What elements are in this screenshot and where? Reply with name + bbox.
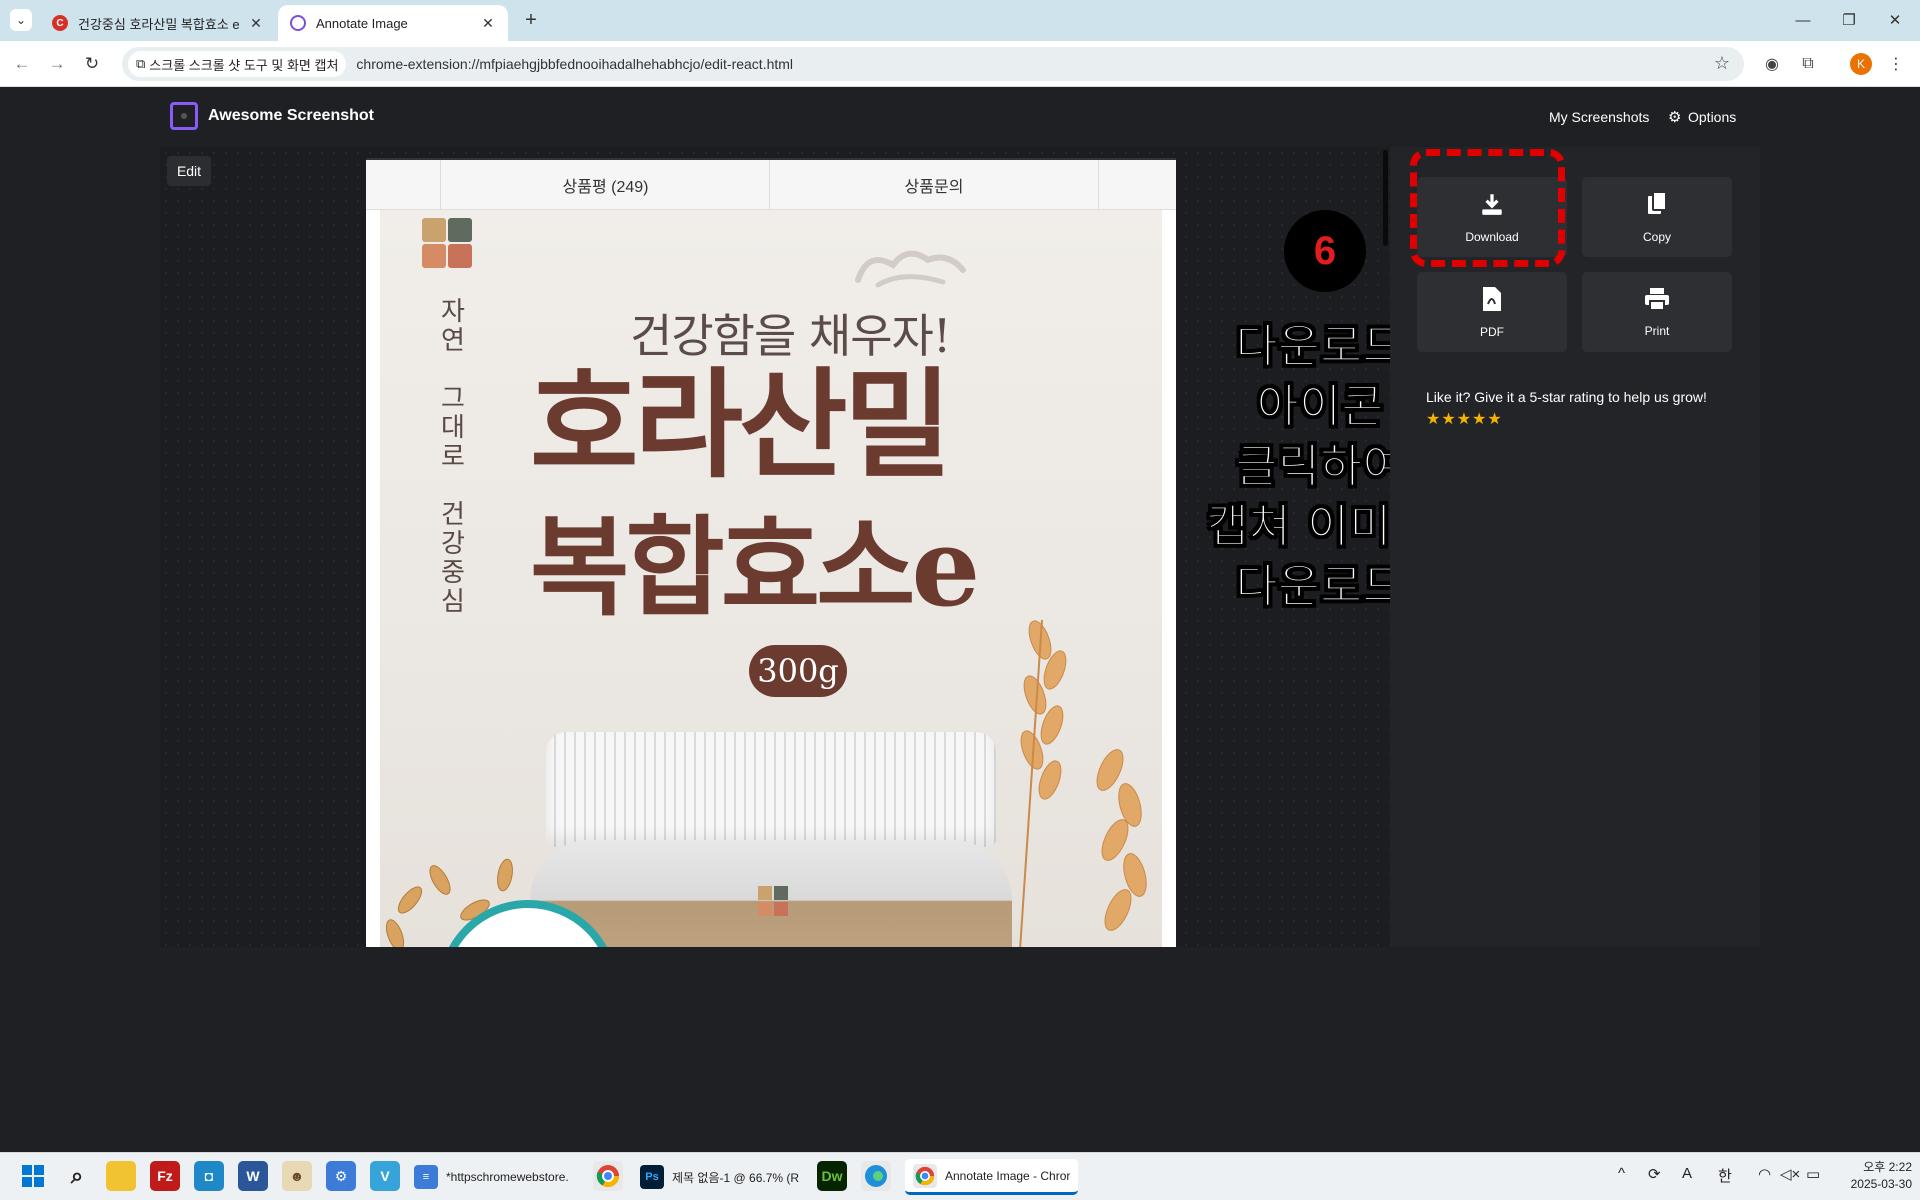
vertical-tagline: 자 연 그 대 로 건 강 중 심	[441, 297, 465, 617]
more-menu-icon[interactable]: ⋮	[1884, 52, 1908, 76]
app-icon[interactable]: ⚙	[326, 1161, 356, 1191]
print-button[interactable]: Print	[1582, 272, 1732, 352]
jar-brand-logo	[758, 886, 788, 916]
awesome-screenshot-favicon	[290, 15, 306, 31]
file-explorer-icon[interactable]	[106, 1161, 136, 1191]
copy-button[interactable]: Copy	[1582, 177, 1732, 257]
pdf-button[interactable]: PDF	[1417, 272, 1567, 352]
taskbar-app-label: *httpschromewebstore.	[446, 1170, 569, 1184]
download-highlight-annotation	[1410, 149, 1565, 267]
ime-language-indicator[interactable]: 한	[1718, 1165, 1732, 1186]
export-panel	[1390, 147, 1760, 947]
address-bar[interactable]: ⧉ 스크롤 스크롤 샷 도구 및 화면 캡처 chrome-extension:…	[122, 47, 1744, 81]
chevron-up-icon[interactable]: ^	[1618, 1165, 1625, 1182]
chrome-icon[interactable]	[593, 1161, 623, 1191]
app-brand: Awesome Screenshot	[208, 107, 374, 124]
restore-icon[interactable]: ❐	[1836, 8, 1862, 32]
options-link[interactable]: Options	[1688, 109, 1736, 125]
word-icon[interactable]: W	[238, 1161, 268, 1191]
taskbar-chrome-annotate[interactable]: Annotate Image - Chror	[905, 1159, 1079, 1195]
extension-chip-label: 스크롤 스크롤 샷 도구 및 화면 캡처	[149, 57, 339, 73]
my-screenshots-link[interactable]: My Screenshots	[1549, 109, 1649, 125]
system-clock[interactable]: 오후 2:22 2025-03-30	[1832, 1159, 1912, 1193]
volume-icon[interactable]: ◁×	[1780, 1165, 1800, 1183]
clock-date: 2025-03-30	[1850, 1177, 1912, 1191]
browser-toolbar: ← → ↻ ⧉ 스크롤 스크롤 샷 도구 및 화면 캡처 chrome-exte…	[0, 41, 1920, 87]
tab-search-button[interactable]: ⌄	[10, 9, 32, 31]
product-weight-badge: 300g	[749, 645, 847, 697]
windows-taskbar: ⌕ Fz ◘ W ☻ ⚙ V ≡ *httpschromewebstore. P…	[0, 1152, 1920, 1200]
gear-icon[interactable]: ⚙	[1668, 108, 1681, 126]
new-tab-button[interactable]: +	[520, 9, 542, 31]
minimize-icon[interactable]: —	[1790, 8, 1816, 32]
pdf-label: PDF	[1480, 324, 1504, 339]
battery-icon[interactable]: ▭	[1806, 1165, 1820, 1183]
notepad-icon: ≡	[414, 1165, 438, 1189]
screenshot-extension-icon[interactable]: ◉	[1760, 52, 1784, 76]
tab-product-page[interactable]: C 건강중심 호라산밀 복합효소 e ✕	[40, 5, 276, 41]
filezilla-icon[interactable]: Fz	[150, 1161, 180, 1191]
search-icon[interactable]: ⌕	[62, 1161, 92, 1191]
rating-stars[interactable]: ★★★★★	[1426, 409, 1503, 429]
windows-start-icon[interactable]	[18, 1161, 48, 1191]
print-icon	[1644, 287, 1670, 316]
tab-title: Annotate Image	[316, 15, 408, 31]
taskbar-app-label: Annotate Image - Chror	[945, 1168, 1071, 1183]
extension-chip[interactable]: ⧉ 스크롤 스크롤 샷 도구 및 화면 캡처	[128, 51, 347, 77]
profile-avatar[interactable]: K	[1850, 53, 1872, 75]
print-label: Print	[1644, 323, 1670, 338]
brand-logo	[422, 218, 472, 268]
edit-button[interactable]: Edit	[167, 156, 211, 186]
sync-icon[interactable]: ⟳	[1648, 1165, 1661, 1183]
app-logo-icon	[170, 102, 198, 130]
scrollbar-thumb[interactable]	[1383, 150, 1388, 246]
rating-prompt: Like it? Give it a 5-star rating to help…	[1426, 389, 1707, 405]
pdf-icon	[1482, 286, 1502, 317]
close-icon[interactable]: ✕	[480, 15, 496, 31]
taskbar-notepad[interactable]: ≡ *httpschromewebstore.	[414, 1159, 569, 1195]
chrome-icon	[913, 1163, 937, 1188]
back-icon[interactable]: ←	[10, 52, 34, 76]
tab-inquiries: 상품문의	[769, 160, 1099, 210]
forward-icon[interactable]: →	[45, 52, 69, 76]
taskbar-app-label: 제목 없음-1 @ 66.7% (R	[672, 1170, 800, 1185]
app-icon[interactable]: ☻	[282, 1161, 312, 1191]
ime-mode-indicator[interactable]: A	[1682, 1165, 1692, 1182]
tab-title: 건강중심 호라산밀 복합효소 e	[78, 16, 240, 32]
product-title-line2: 복합효소e	[530, 505, 980, 631]
product-banner: 자 연 그 대 로 건 강 중 심 건강함을 채우자! 호라산밀 복합효소e 3…	[380, 210, 1162, 947]
url-text: chrome-extension://mfpiaehgjbbfednooihad…	[356, 56, 794, 72]
clock-time: 오후 2:22	[1863, 1160, 1912, 1174]
extension-icon: ⧉	[136, 56, 146, 71]
copy-icon	[1646, 190, 1668, 222]
cloud-ornament	[855, 250, 966, 288]
reload-icon[interactable]: ↻	[80, 52, 104, 76]
copy-label: Copy	[1642, 229, 1671, 244]
extensions-puzzle-icon[interactable]: ⧉	[1796, 52, 1820, 76]
browser-tab-strip: ⌄ C 건강중심 호라산밀 복합효소 e ✕ Annotate Image ✕ …	[0, 0, 1920, 41]
app-icon[interactable]: V	[370, 1161, 400, 1191]
product-tabs: 상품평 (249) 상품문의	[366, 158, 1176, 210]
edge-icon[interactable]	[861, 1161, 891, 1191]
step-number-badge: 6	[1284, 210, 1366, 292]
tab-annotate-image[interactable]: Annotate Image ✕	[278, 5, 508, 41]
jar-lid	[546, 732, 996, 847]
app-icon[interactable]: ◘	[194, 1161, 224, 1191]
close-icon[interactable]: ✕	[248, 15, 264, 31]
product-title-line1: 호라산밀	[530, 355, 952, 494]
window-close-icon[interactable]: ✕	[1882, 8, 1908, 32]
tab-reviews: 상품평 (249)	[440, 160, 770, 210]
taskbar-photoshop[interactable]: Ps 제목 없음-1 @ 66.7% (R	[640, 1159, 799, 1195]
photoshop-icon: Ps	[640, 1165, 664, 1189]
site-favicon: C	[52, 15, 68, 31]
bookmark-star-icon[interactable]: ☆	[1714, 53, 1730, 74]
screenshot-preview[interactable]: 상품평 (249) 상품문의 자 연 그 대 로 건 강 중 심 건강함을 채우…	[366, 158, 1176, 947]
dreamweaver-icon[interactable]: Dw	[817, 1161, 847, 1191]
wifi-icon[interactable]: ◠	[1758, 1165, 1771, 1183]
